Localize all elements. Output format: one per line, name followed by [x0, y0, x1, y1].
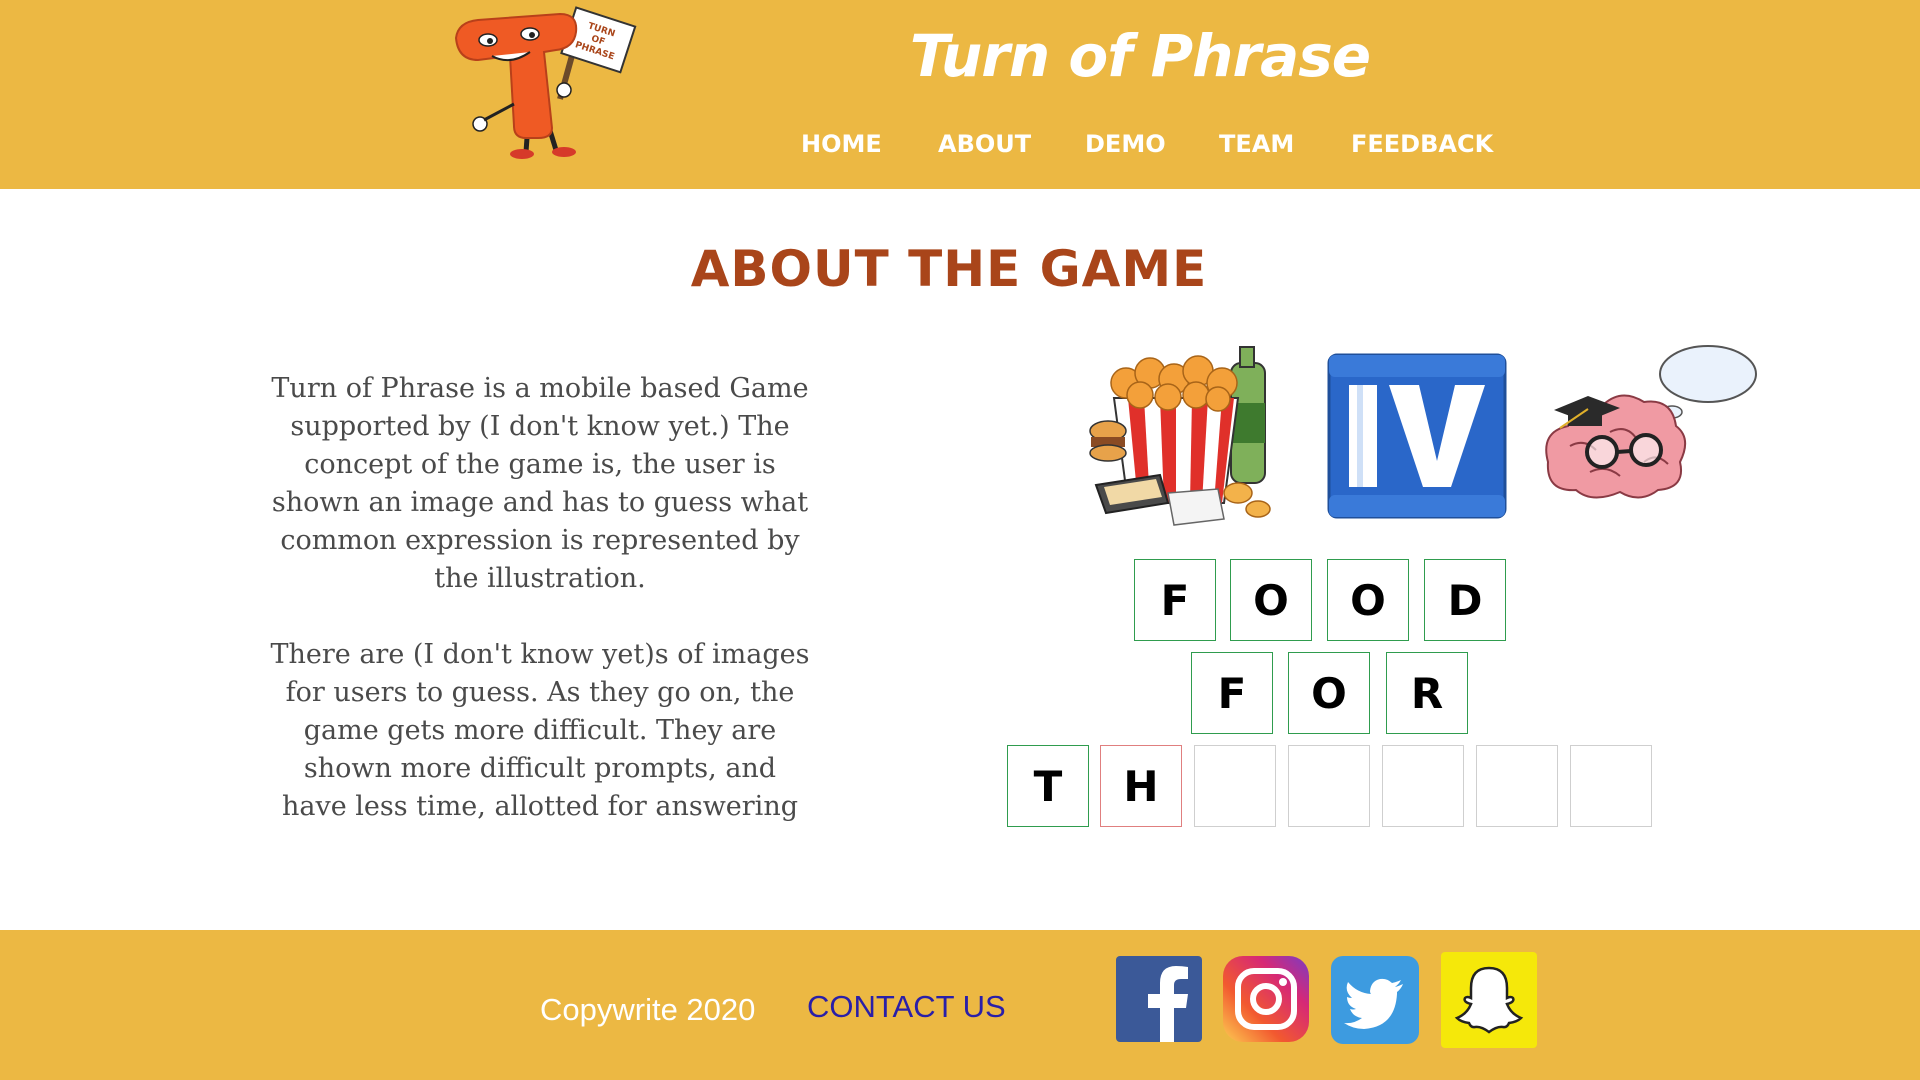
letter-tile[interactable]: F	[1191, 652, 1273, 734]
letter-tile[interactable]: O	[1230, 559, 1312, 641]
letter-tile-empty[interactable]	[1194, 745, 1276, 827]
food-bucket-icon	[1089, 346, 1271, 526]
about-description: Turn of Phrase is a mobile based Game su…	[270, 370, 810, 864]
copyright-text: Copywrite 2020	[540, 992, 756, 1027]
nav-team[interactable]: TEAM	[1219, 130, 1294, 158]
letter-tile[interactable]: R	[1386, 652, 1468, 734]
snapchat-icon[interactable]	[1441, 952, 1537, 1048]
letter-tile[interactable]: D	[1424, 559, 1506, 641]
site-title: Turn of Phrase	[909, 22, 1371, 90]
letter-tile-empty[interactable]	[1476, 745, 1558, 827]
letter-tile-wrong[interactable]: H	[1100, 745, 1182, 827]
site-header: TURN OF PHRASE Turn of Phrase HOME ABOUT…	[0, 0, 1920, 189]
nav-home[interactable]: HOME	[801, 130, 882, 158]
nav-about[interactable]: ABOUT	[938, 130, 1031, 158]
page-heading: ABOUT THE GAME	[690, 240, 1208, 298]
turn-of-phrase-logo[interactable]: TURN OF PHRASE	[448, 4, 638, 164]
nav-demo[interactable]: DEMO	[1085, 130, 1166, 158]
about-paragraph: Turn of Phrase is a mobile based Game su…	[271, 373, 809, 594]
letter-tile-empty[interactable]	[1382, 745, 1464, 827]
thinking-brain-icon	[1545, 345, 1757, 499]
letter-tile[interactable]: T	[1007, 745, 1089, 827]
roman-numeral-four-icon	[1327, 353, 1507, 519]
letter-tile[interactable]: O	[1288, 652, 1370, 734]
about-paragraph: There are (I don't know yet)s of images …	[270, 639, 810, 822]
contact-us-link[interactable]: CONTACT US	[807, 989, 1006, 1025]
facebook-icon[interactable]	[1116, 956, 1202, 1042]
letter-tile-empty[interactable]	[1288, 745, 1370, 827]
letter-tile-empty[interactable]	[1570, 745, 1652, 827]
site-footer: Copywrite 2020 CONTACT US	[0, 930, 1920, 1080]
letter-tile[interactable]: F	[1134, 559, 1216, 641]
nav-feedback[interactable]: FEEDBACK	[1351, 130, 1493, 158]
instagram-icon[interactable]	[1223, 956, 1309, 1042]
twitter-icon[interactable]	[1331, 956, 1419, 1044]
letter-tile[interactable]: O	[1327, 559, 1409, 641]
